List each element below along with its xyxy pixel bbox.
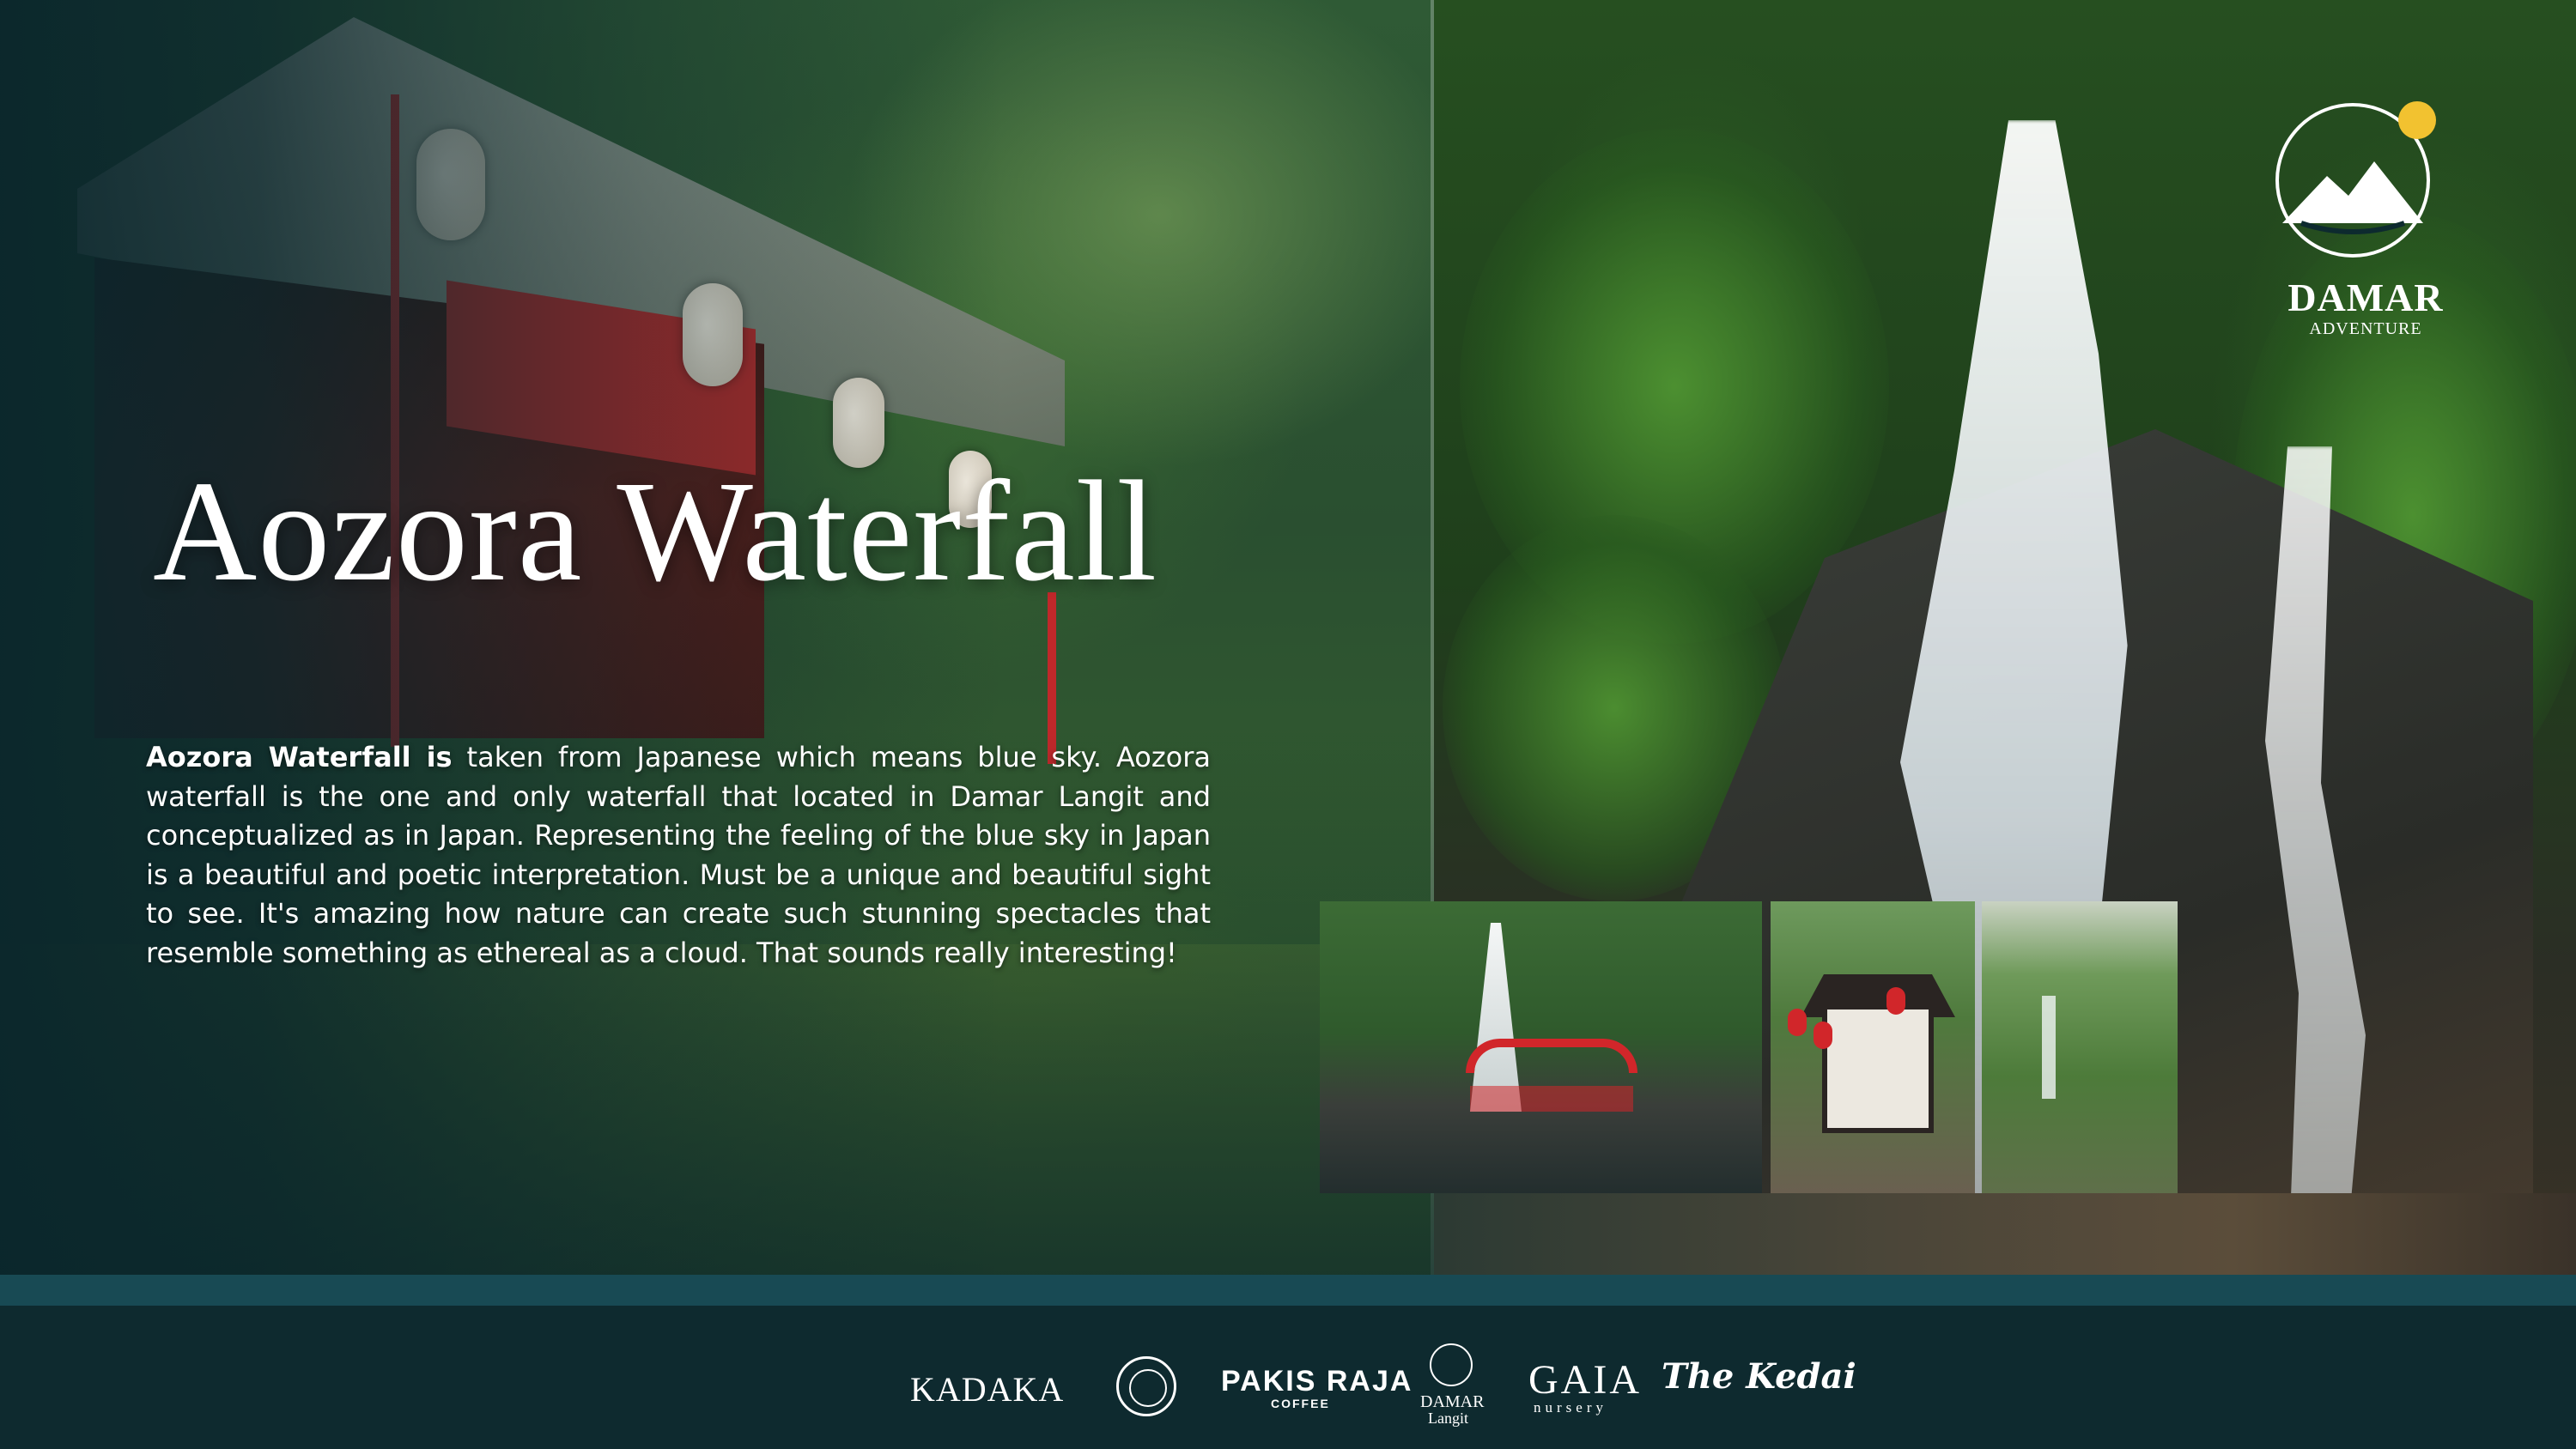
damar-langit-icon [1430,1343,1473,1386]
damar-adventure-logo: DAMAR ADVENTURE [2267,94,2464,343]
rocks-strip-photo [1434,1193,2576,1288]
red-bridge [1466,1039,1637,1073]
accent-band [0,1275,2576,1306]
mountain-sun-icon [2275,101,2436,258]
description-body: taken from Japanese which means blue sky… [146,741,1212,969]
forest-waterfall-photo [1982,901,2178,1193]
red-bridge-photo [1320,901,1762,1193]
pakis-raja-logo: PAKIS RAJA [1221,1365,1413,1397]
the-kedai-logo: The Kedai [1662,1356,1856,1397]
page-title: Aozora Waterfall [153,452,1158,611]
red-lantern [1788,1009,1807,1036]
red-lantern [1886,987,1905,1015]
description: Aozora Waterfall is taken from Japanese … [146,738,1211,973]
waterfall-stream [2042,996,2056,1099]
round-emblem-logo [1116,1356,1176,1416]
brand-name: DAMAR [2287,276,2444,319]
text-shade-overlay [0,0,1434,1318]
kadaka-logo: KADAKA [910,1370,1065,1409]
damar-langit-sub: Langit [1428,1410,1468,1427]
hut-facade [1822,1004,1934,1133]
waterfall-stream [1470,923,1522,1112]
brand-tagline: ADVENTURE [2309,319,2422,338]
japanese-hut-photo [1771,901,1975,1193]
description-lead: Aozora Waterfall is [146,741,453,773]
red-lantern [1814,1022,1832,1049]
gaia-logo: GAIA [1528,1357,1642,1403]
pakis-raja-sub: COFFEE [1271,1397,1330,1410]
slide: Aozora Waterfall Aozora Waterfall is tak… [0,0,2576,1449]
gaia-sub: nursery [1534,1399,1607,1416]
bridge-reflection [1470,1086,1633,1112]
